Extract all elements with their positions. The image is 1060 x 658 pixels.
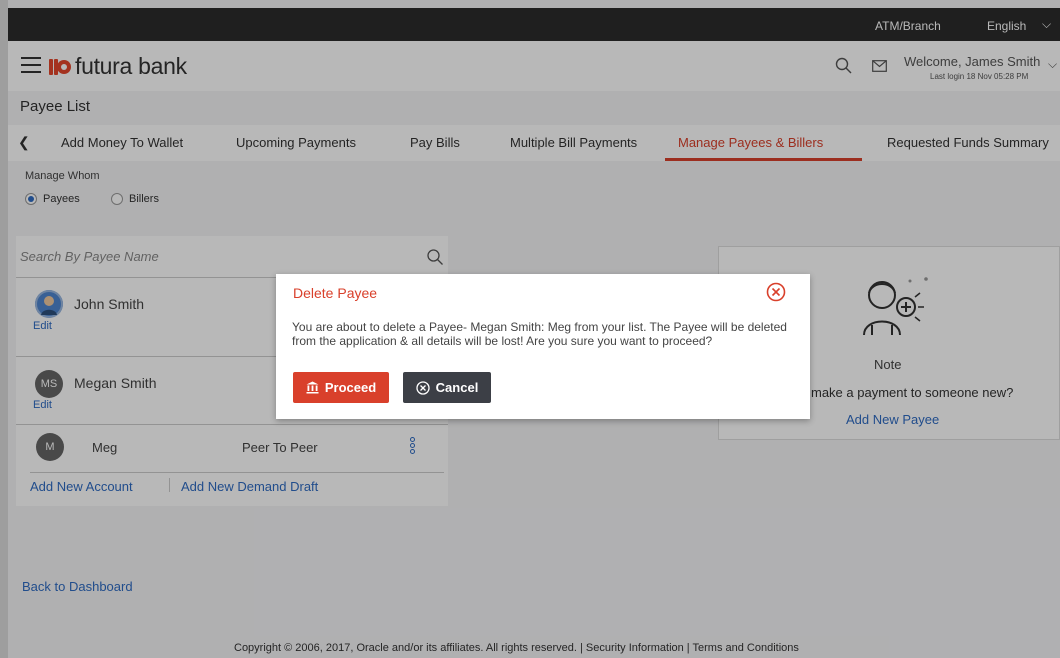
cancel-button-label: Cancel bbox=[435, 380, 479, 395]
delete-payee-dialog: Delete Payee You are about to delete a P… bbox=[276, 274, 810, 419]
cancel-icon bbox=[416, 380, 430, 395]
cancel-button[interactable]: Cancel bbox=[403, 372, 491, 403]
close-icon[interactable] bbox=[766, 282, 786, 302]
proceed-button[interactable]: Proceed bbox=[293, 372, 389, 403]
dialog-message: You are about to delete a Payee- Megan S… bbox=[292, 320, 787, 348]
dialog-title: Delete Payee bbox=[293, 285, 378, 301]
proceed-button-label: Proceed bbox=[324, 380, 377, 395]
bank-icon bbox=[306, 381, 319, 394]
